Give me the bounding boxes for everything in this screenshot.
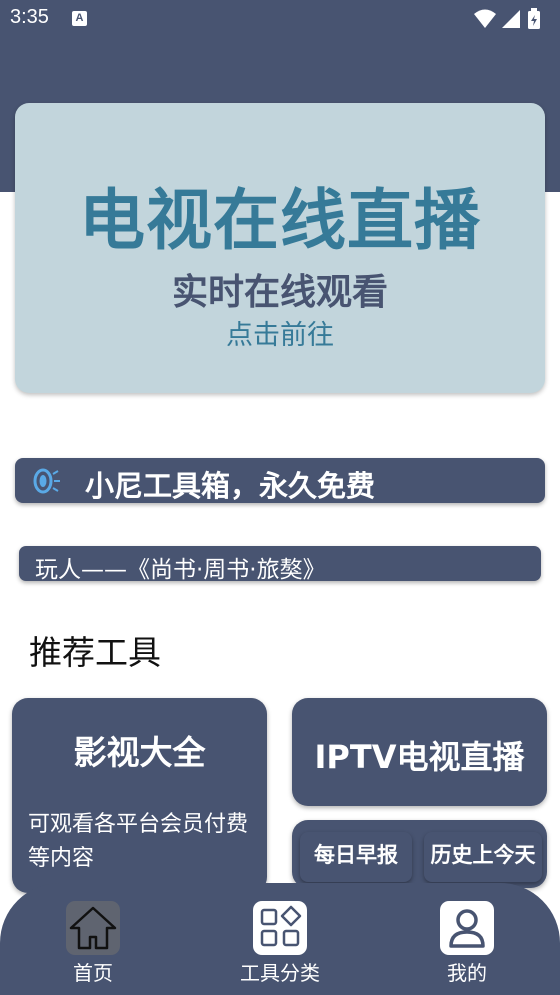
quote-text: 玩人——《尚书·周书·旅獒》 — [35, 557, 326, 583]
quick-tools-card: 每日早报 历史上今天 — [292, 820, 547, 888]
a-letter-icon: A — [72, 11, 87, 26]
grid-icon — [260, 905, 302, 947]
video-collection-card[interactable]: 影视大全 可观看各平台会员付费等内容 — [12, 698, 267, 893]
banner-go-link[interactable]: 点击前往 — [15, 313, 545, 352]
nav-home-label: 首页 — [73, 961, 113, 985]
status-bar: 3:35 A — [0, 0, 560, 40]
nav-mine-label: 我的 — [447, 961, 487, 985]
bottom-navigation: 首页 工具分类 我的 — [0, 883, 560, 995]
signal-icon — [502, 10, 520, 28]
iptv-card[interactable]: IPTV电视直播 — [292, 698, 547, 806]
status-time: 3:35 — [10, 6, 49, 28]
section-heading: 推荐工具 — [29, 633, 161, 672]
video-card-description: 可观看各平台会员付费等内容 — [28, 812, 249, 871]
banner-title: 电视在线直播 — [79, 182, 481, 259]
iptv-card-title: IPTV电视直播 — [314, 738, 525, 776]
nav-mine[interactable]: 我的 — [412, 899, 522, 989]
quote-bar: 玩人——《尚书·周书·旅獒》 — [19, 546, 541, 583]
nav-mine-icon-box — [440, 901, 494, 955]
nav-tool-categories[interactable]: 工具分类 — [225, 899, 335, 989]
home-icon — [69, 906, 117, 950]
battery-icon — [528, 8, 540, 29]
video-card-title: 影视大全 — [73, 733, 206, 772]
speaker-icon — [33, 468, 60, 494]
live-tv-banner[interactable]: 电视在线直播 实时在线观看 点击前往 — [15, 103, 545, 393]
daily-news-button[interactable]: 每日早报 — [300, 832, 412, 882]
history-today-button[interactable]: 历史上今天 — [424, 832, 542, 882]
nav-tools-icon-box — [253, 901, 307, 955]
wifi-icon — [474, 9, 496, 28]
status-icons — [474, 8, 540, 29]
nav-home-icon-box — [66, 901, 120, 955]
notice-bar: 小尼工具箱，永久免费 — [15, 458, 545, 503]
nav-home[interactable]: 首页 — [38, 899, 148, 989]
nav-tools-label: 工具分类 — [240, 961, 320, 985]
user-icon — [449, 909, 485, 948]
banner-subtitle: 实时在线观看 — [171, 272, 388, 313]
notice-text: 小尼工具箱，永久免费 — [85, 469, 376, 503]
